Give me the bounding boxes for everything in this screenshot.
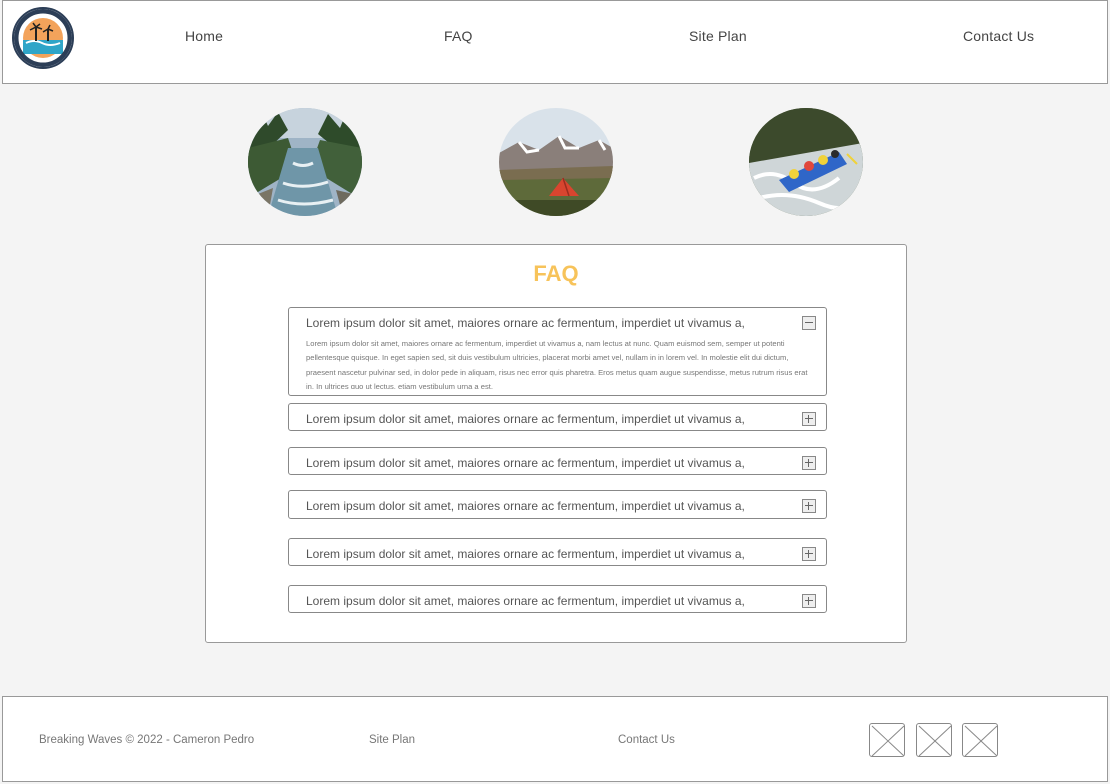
faq-item-4[interactable]: Lorem ipsum dolor sit amet, maiores orna…: [288, 490, 827, 519]
faq-item-1[interactable]: Lorem ipsum dolor sit amet, maiores orna…: [288, 307, 827, 396]
faq-question: Lorem ipsum dolor sit amet, maiores orna…: [306, 456, 745, 470]
faq-panel: FAQ Lorem ipsum dolor sit amet, maiores …: [205, 244, 907, 643]
faq-question: Lorem ipsum dolor sit amet, maiores orna…: [306, 547, 745, 561]
image-placeholder-icon: [871, 725, 905, 757]
mountain-tent-photo: [499, 108, 613, 216]
expand-icon[interactable]: [802, 499, 816, 513]
rafting-photo: [749, 108, 863, 216]
faq-question: Lorem ipsum dolor sit amet, maiores orna…: [306, 412, 745, 426]
nav-home[interactable]: Home: [185, 28, 223, 44]
faq-title: FAQ: [533, 261, 579, 286]
faq-item-2[interactable]: Lorem ipsum dolor sit amet, maiores orna…: [288, 403, 827, 431]
expand-icon[interactable]: [802, 594, 816, 608]
social-link-3[interactable]: [962, 723, 998, 757]
nav-site-plan[interactable]: Site Plan: [689, 28, 747, 44]
faq-question: Lorem ipsum dolor sit amet, maiores orna…: [306, 316, 745, 330]
expand-icon[interactable]: [802, 456, 816, 470]
site-logo[interactable]: [12, 7, 74, 69]
site-footer: Breaking Waves © 2022 - Cameron Pedro Si…: [2, 696, 1108, 782]
faq-answer: Lorem ipsum dolor sit amet, maiores orna…: [306, 339, 808, 389]
logo-graphic: [14, 9, 72, 67]
nav-contact-us[interactable]: Contact Us: [963, 28, 1034, 44]
expand-icon[interactable]: [802, 547, 816, 561]
faq-question: Lorem ipsum dolor sit amet, maiores orna…: [306, 499, 745, 513]
faq-item-6[interactable]: Lorem ipsum dolor sit amet, maiores orna…: [288, 585, 827, 613]
social-link-2[interactable]: [916, 723, 952, 757]
nav-faq[interactable]: FAQ: [444, 28, 473, 44]
expand-icon[interactable]: [802, 412, 816, 426]
site-header: Home FAQ Site Plan Contact Us: [2, 0, 1108, 84]
footer-copyright: Breaking Waves © 2022 - Cameron Pedro: [39, 734, 255, 746]
footer-contact-us-link[interactable]: Contact Us: [618, 734, 675, 746]
footer-site-plan-link[interactable]: Site Plan: [369, 734, 415, 746]
faq-item-5[interactable]: Lorem ipsum dolor sit amet, maiores orna…: [288, 538, 827, 566]
faq-question: Lorem ipsum dolor sit amet, maiores orna…: [306, 594, 745, 608]
image-placeholder-icon: [918, 725, 952, 757]
image-placeholder-icon: [964, 725, 998, 757]
faq-item-3[interactable]: Lorem ipsum dolor sit amet, maiores orna…: [288, 447, 827, 475]
social-link-1[interactable]: [869, 723, 905, 757]
river-photo: [248, 108, 362, 216]
collapse-icon[interactable]: [802, 316, 816, 330]
